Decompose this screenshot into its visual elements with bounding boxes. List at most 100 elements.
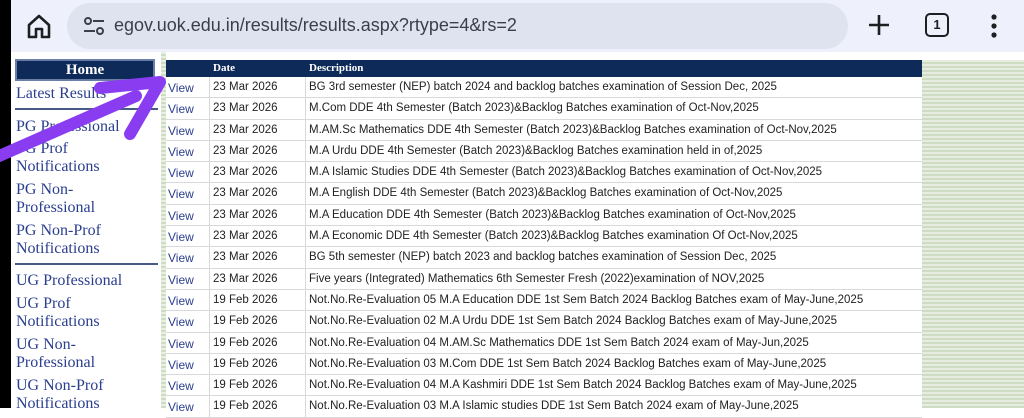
view-link[interactable]: View — [168, 251, 194, 265]
view-link[interactable]: View — [168, 230, 194, 244]
row-date: 23 Mar 2026 — [213, 208, 278, 221]
nav-latest-results[interactable]: Latest Results — [16, 85, 106, 103]
table-row: View 23 Mar 2026 M.A Islamic Studies DDE 4… — [166, 162, 922, 184]
table-row: View 19 Feb 2026 Not.No.Re-Evaluation 02 M… — [166, 311, 922, 333]
table-row: View 23 Mar 2026 M.A Economic DDE 4th Seme… — [166, 226, 922, 248]
cell-divider — [305, 353, 306, 375]
row-date: 23 Mar 2026 — [213, 251, 278, 264]
cell-divider — [209, 77, 210, 98]
cell-divider — [209, 119, 210, 140]
plus-icon — [869, 15, 889, 35]
nav-divider — [15, 108, 158, 110]
cell-divider — [305, 119, 306, 140]
cell-divider — [209, 247, 210, 268]
cell-divider — [209, 162, 210, 183]
view-link[interactable]: View — [168, 187, 194, 201]
view-link[interactable]: View — [168, 273, 194, 287]
new-tab-button[interactable] — [866, 12, 892, 38]
table-row: View 19 Feb 2026 Not.No.Re-Evaluation 04 M… — [166, 375, 922, 397]
background-stripes-right — [922, 60, 1024, 408]
row-description: M.Com DDE 4th Semester (Batch 2023)&Back… — [309, 102, 759, 115]
view-link[interactable]: View — [168, 81, 194, 95]
screen-edge — [0, 0, 11, 408]
overflow-menu-button[interactable] — [984, 13, 1004, 39]
row-description: Not.No.Re-Evaluation 03 M.Com DDE 1st Se… — [309, 357, 827, 370]
header-description: Description — [309, 62, 364, 74]
cell-divider — [305, 289, 306, 311]
table-row: View 19 Feb 2026 Not.No.Re-Evaluation 04 M… — [166, 332, 922, 354]
cell-divider — [209, 268, 210, 289]
site-settings-icon[interactable] — [83, 16, 105, 36]
tab-count: 1 — [933, 17, 941, 32]
nav-pg-non-prof-notifications[interactable]: PG Non-Prof — [16, 222, 101, 240]
tab-switcher-button[interactable]: 1 — [925, 13, 949, 37]
nav-ug-non-professional-line2[interactable]: Professional — [16, 354, 95, 372]
table-row: View 23 Mar 2026 BG 3rd semester (NEP) bat… — [166, 77, 922, 99]
home-nav-button[interactable]: Home — [15, 59, 155, 81]
row-date: 23 Mar 2026 — [213, 187, 278, 200]
nav-pg-prof-notifications[interactable]: PG Prof — [16, 140, 68, 158]
table-row: View 23 Mar 2026 BG 5th semester (NEP) bat… — [166, 247, 922, 269]
view-link[interactable]: View — [168, 124, 194, 138]
view-link[interactable]: View — [168, 400, 194, 414]
cell-divider — [305, 226, 306, 247]
view-link[interactable]: View — [168, 166, 194, 180]
row-description: Not.No.Re-Evaluation 04 M.AM.Sc Mathemat… — [309, 336, 809, 349]
cell-divider — [209, 353, 210, 375]
view-link[interactable]: View — [168, 209, 194, 223]
url-text[interactable]: egov.uok.edu.in/results/results.aspx?rty… — [114, 15, 517, 36]
table-row: View 23 Mar 2026 M.A Education DDE 4th Sem… — [166, 204, 922, 227]
nav-ug-professional[interactable]: UG Professional — [16, 272, 122, 290]
cell-divider — [305, 204, 306, 226]
row-date: 23 Mar 2026 — [213, 230, 278, 243]
row-date: 23 Mar 2026 — [213, 102, 278, 115]
nav-ug-non-prof-notifications[interactable]: UG Non-Prof — [16, 377, 104, 395]
row-description: Five years (Integrated) Mathematics 6th … — [309, 272, 765, 285]
nav-pg-prof-notifications-line2[interactable]: Notifications — [16, 158, 100, 176]
cell-divider — [209, 396, 210, 417]
nav-pg-non-professional-line2[interactable]: Professional — [16, 199, 95, 217]
nav-divider — [15, 263, 158, 265]
cell-divider — [305, 247, 306, 268]
results-table: Date Description View 23 Mar 2026 BG 3rd s… — [166, 60, 922, 418]
view-link[interactable]: View — [168, 379, 194, 393]
view-link[interactable]: View — [168, 102, 194, 116]
cell-divider — [305, 162, 306, 183]
address-bar[interactable]: egov.uok.edu.in/results/results.aspx?rty… — [67, 3, 848, 49]
nav-ug-non-prof-notifications-line2[interactable]: Notifications — [16, 395, 100, 413]
header-date: Date — [213, 62, 235, 74]
table-row: View 19 Feb 2026 Not.No.Re-Evaluation 03 M… — [166, 396, 922, 418]
nav-ug-prof-notifications[interactable]: UG Prof — [16, 295, 71, 313]
table-row: View 23 Mar 2026 M.A Urdu DDE 4th Semester… — [166, 140, 922, 163]
view-link[interactable]: View — [168, 294, 194, 308]
home-icon — [27, 14, 51, 39]
row-description: BG 3rd semester (NEP) batch 2024 and bac… — [309, 81, 777, 93]
row-date: 23 Mar 2026 — [213, 272, 278, 285]
row-description: M.A Urdu DDE 4th Semester (Batch 2023)&B… — [309, 144, 763, 157]
home-button[interactable] — [25, 12, 53, 40]
cell-divider — [209, 183, 210, 204]
row-date: 19 Feb 2026 — [213, 336, 278, 349]
row-description: Not.No.Re-Evaluation 04 M.A Kashmiri DDE… — [309, 379, 857, 392]
view-link[interactable]: View — [168, 337, 194, 351]
cell-divider — [209, 375, 210, 396]
row-description: M.A Education DDE 4th Semester (Batch 20… — [309, 208, 796, 221]
row-date: 23 Mar 2026 — [213, 123, 278, 136]
more-vert-icon — [991, 14, 997, 38]
nav-ug-non-professional[interactable]: UG Non- — [16, 336, 76, 354]
cell-divider — [209, 204, 210, 226]
cell-divider — [209, 332, 210, 353]
nav-pg-non-professional[interactable]: PG Non- — [16, 181, 73, 199]
nav-pg-professional[interactable]: PG Professional — [16, 118, 120, 136]
nav-ug-prof-notifications-line2[interactable]: Notifications — [16, 313, 100, 331]
left-navigation: Home Latest Results PG Professional PG P… — [11, 52, 161, 412]
view-link[interactable]: View — [168, 358, 194, 372]
nav-pg-non-prof-notifications-line2[interactable]: Notifications — [16, 240, 100, 258]
view-link[interactable]: View — [168, 315, 194, 329]
row-description: M.AM.Sc Mathematics DDE 4th Semester (Ba… — [309, 123, 837, 136]
cell-divider — [305, 375, 306, 396]
table-row: View 23 Mar 2026 M.Com DDE 4th Semester (B… — [166, 98, 922, 120]
row-description: Not.No.Re-Evaluation 03 M.A Islamic stud… — [309, 400, 799, 413]
view-link[interactable]: View — [168, 145, 194, 159]
table-body: View 23 Mar 2026 BG 3rd semester (NEP) bat… — [166, 77, 922, 418]
